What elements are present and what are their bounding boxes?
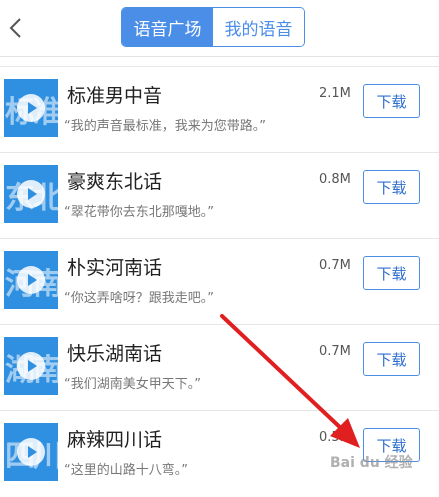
voice-item[interactable]: 河南 朴实河南话 “你这弄啥呀？跟我走吧。” 0.7M 下载	[0, 239, 439, 325]
back-button[interactable]	[2, 10, 28, 46]
voice-size: 0.7M	[319, 258, 351, 273]
tab-voice-square[interactable]: 语音广场	[122, 8, 213, 46]
voice-quote: “我的声音最标准，我来为您带路。”	[64, 119, 266, 134]
play-icon[interactable]	[17, 94, 45, 122]
top-bar: 语音广场 我的语音	[0, 0, 439, 57]
tab-my-voices[interactable]: 我的语音	[213, 8, 304, 46]
voice-thumbnail[interactable]: 河南	[4, 251, 58, 309]
play-icon[interactable]	[17, 266, 45, 294]
download-button[interactable]: 下载	[363, 256, 420, 290]
voice-size: 0.8M	[319, 172, 351, 187]
chevron-left-icon	[9, 18, 21, 38]
voice-size: 0.7M	[319, 344, 351, 359]
download-button[interactable]: 下载	[363, 342, 420, 376]
voice-item[interactable]: 标准 标准男中音 “我的声音最标准，我来为您带路。” 2.1M 下载	[0, 67, 439, 153]
voice-size: 2.1M	[319, 86, 351, 101]
voice-thumbnail[interactable]: 标准	[4, 79, 58, 137]
voice-quote: “我们湖南美女甲天下。”	[64, 377, 201, 392]
tab-switcher: 语音广场 我的语音	[121, 7, 305, 47]
voice-thumbnail[interactable]: 湖南	[4, 337, 58, 395]
voice-quote: “这里的山路十八弯。”	[64, 463, 188, 478]
voice-quote: “你这弄啥呀？跟我走吧。”	[64, 291, 214, 306]
voice-name: 朴实河南话	[67, 257, 163, 279]
voice-name: 标准男中音	[67, 85, 163, 107]
download-button[interactable]: 下载	[363, 170, 420, 204]
play-icon[interactable]	[17, 352, 45, 380]
partially-hidden-item	[0, 56, 439, 67]
voice-size: 0.5M	[319, 430, 351, 445]
download-button[interactable]: 下载	[363, 84, 420, 118]
voice-name: 快乐湖南话	[67, 343, 163, 365]
play-icon[interactable]	[17, 180, 45, 208]
voice-item[interactable]: 湖南 快乐湖南话 “我们湖南美女甲天下。” 0.7M 下载	[0, 325, 439, 411]
voice-thumbnail[interactable]: 东北	[4, 165, 58, 223]
voice-name: 豪爽东北话	[67, 171, 163, 193]
voice-item[interactable]: 东北 豪爽东北话 “翠花带你去东北那嘎地。” 0.8M 下载	[0, 153, 439, 239]
voice-quote: “翠花带你去东北那嘎地。”	[64, 205, 214, 220]
play-icon[interactable]	[17, 438, 45, 466]
voice-thumbnail[interactable]: 四川	[4, 423, 58, 481]
voice-name: 麻辣四川话	[67, 429, 163, 451]
watermark-logo: Bai du 经验	[330, 455, 413, 471]
